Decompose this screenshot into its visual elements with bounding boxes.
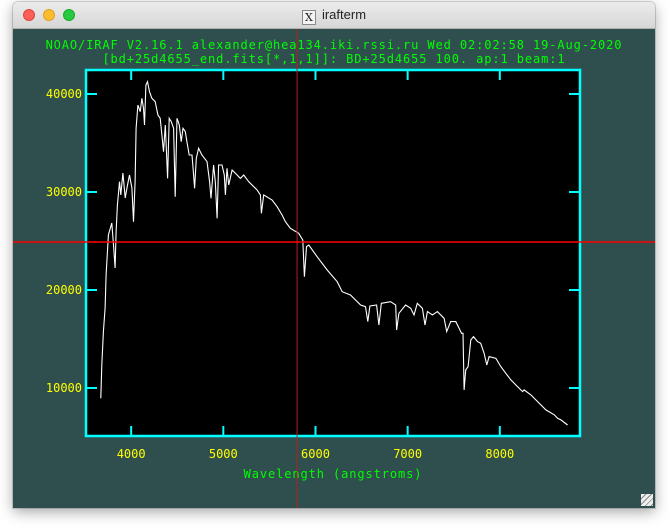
y-tick-label: 30000 xyxy=(46,185,82,199)
x-tick-label: 5000 xyxy=(209,447,238,461)
resize-grip-icon[interactable] xyxy=(641,494,653,506)
spectrum-plot[interactable]: NOAO/IRAF V2.16.1 alexander@hea134.iki.r… xyxy=(13,29,655,508)
y-tick-label: 20000 xyxy=(46,283,82,297)
plot-area xyxy=(86,70,580,436)
window-title-text: irafterm xyxy=(321,7,367,22)
x-tick-label: 4000 xyxy=(117,447,146,461)
x-tick-label: 7000 xyxy=(393,447,422,461)
window-title: Xirafterm xyxy=(13,7,655,25)
header-line-2: [bd+25d4655_end.fits[*,1,1]]: BD+25d4655… xyxy=(102,52,565,66)
y-tick-label: 10000 xyxy=(46,381,82,395)
title-bar[interactable]: Xirafterm xyxy=(13,2,655,29)
y-tick-label: 40000 xyxy=(46,87,82,101)
x11-icon: X xyxy=(301,10,316,25)
irafterm-window: Xirafterm NOAO/IRAF V2.16.1 alexander@he… xyxy=(13,2,655,508)
x-tick-label: 6000 xyxy=(301,447,330,461)
x-tick-label: 8000 xyxy=(485,447,514,461)
header-line-1: NOAO/IRAF V2.16.1 alexander@hea134.iki.r… xyxy=(46,38,623,52)
graphics-canvas[interactable]: NOAO/IRAF V2.16.1 alexander@hea134.iki.r… xyxy=(13,29,655,508)
x-axis-label: Wavelength (angstroms) xyxy=(244,467,423,481)
